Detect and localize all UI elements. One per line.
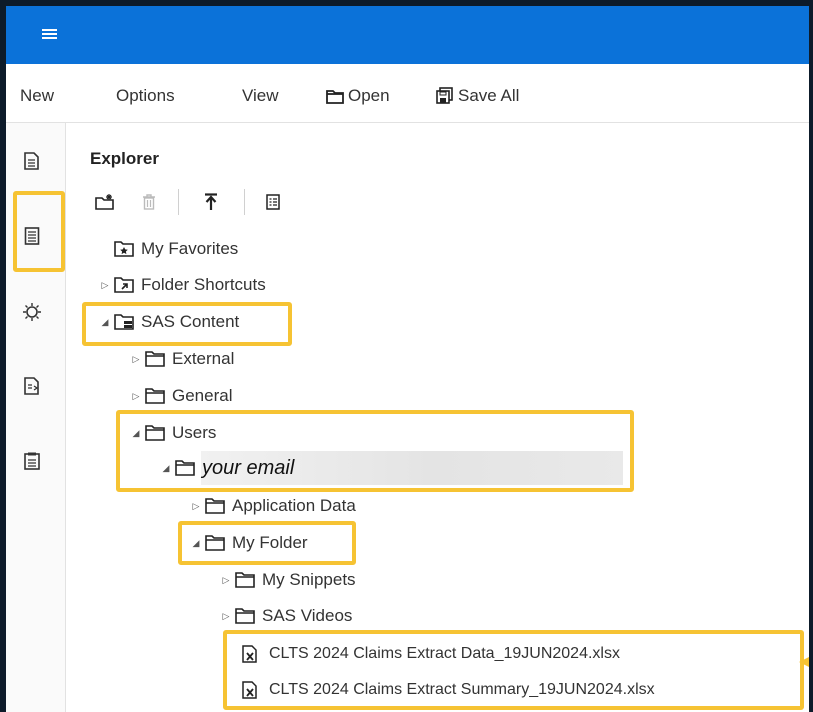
tree-item-general[interactable]: ▷ General bbox=[131, 381, 233, 411]
tree-item-label: SAS Videos bbox=[262, 606, 353, 625]
collapse-arrow-icon[interactable]: ◢ bbox=[100, 317, 110, 328]
open-button[interactable]: Open bbox=[326, 86, 390, 106]
menu-new[interactable]: New bbox=[20, 86, 54, 106]
folder-icon bbox=[235, 607, 255, 625]
snippets-icon[interactable] bbox=[20, 300, 44, 324]
toolbar-divider bbox=[244, 189, 245, 215]
tree-item-label: My Favorites bbox=[141, 239, 239, 258]
tree-item-my-snippets[interactable]: ▷ My Snippets bbox=[221, 565, 356, 595]
properties-icon[interactable] bbox=[262, 191, 284, 213]
hamburger-icon[interactable] bbox=[42, 29, 57, 40]
expand-arrow-icon[interactable]: ▷ bbox=[191, 501, 201, 512]
tree-item-file-summary[interactable]: CLTS 2024 Claims Extract Summary_19JUN20… bbox=[242, 675, 655, 705]
tree-item-label: General bbox=[172, 386, 233, 405]
tree-item-users[interactable]: ◢ Users bbox=[131, 418, 217, 448]
tree-item-label: Folder Shortcuts bbox=[141, 275, 266, 294]
server-folder-icon bbox=[114, 313, 134, 331]
save-all-button-label: Save All bbox=[458, 86, 520, 105]
explorer-title: Explorer bbox=[90, 149, 159, 168]
folder-icon bbox=[145, 424, 165, 442]
tree-item-user-folder[interactable]: ◢ your email bbox=[161, 453, 295, 483]
expand-arrow-icon[interactable]: ▷ bbox=[100, 280, 110, 291]
tree-item-my-favorites[interactable]: My Favorites bbox=[100, 234, 238, 264]
folder-icon bbox=[205, 534, 225, 552]
excel-file-icon bbox=[242, 681, 262, 699]
shortcut-folder-icon bbox=[114, 276, 134, 294]
open-files-icon[interactable] bbox=[20, 149, 44, 173]
tree-item-external[interactable]: ▷ External bbox=[131, 344, 235, 374]
toolbar-divider bbox=[178, 189, 179, 215]
tree-item-label: External bbox=[172, 349, 235, 368]
folder-open-icon bbox=[326, 89, 344, 104]
folder-icon bbox=[205, 497, 225, 515]
folder-icon bbox=[175, 459, 195, 477]
menu-options-label: Options bbox=[116, 86, 175, 105]
collapse-arrow-icon[interactable]: ◢ bbox=[131, 428, 141, 439]
expand-arrow-icon[interactable]: ▷ bbox=[221, 575, 231, 586]
tree-item-sas-videos[interactable]: ▷ SAS Videos bbox=[221, 601, 353, 631]
tree-item-application-data[interactable]: ▷ Application Data bbox=[191, 491, 356, 521]
tree-item-sas-content[interactable]: ◢ SAS Content bbox=[100, 307, 240, 337]
save-all-icon bbox=[436, 87, 453, 104]
app-header bbox=[6, 6, 809, 64]
tree-item-label: My Folder bbox=[232, 533, 308, 552]
upload-icon[interactable] bbox=[200, 191, 222, 213]
tree-item-my-folder[interactable]: ◢ My Folder bbox=[191, 528, 308, 558]
file-name: CLTS 2024 Claims Extract Data_19JUN2024.… bbox=[269, 645, 620, 662]
file-name: CLTS 2024 Claims Extract Summary_19JUN20… bbox=[269, 681, 655, 698]
folder-icon bbox=[235, 571, 255, 589]
tasks-icon[interactable] bbox=[20, 449, 44, 473]
annotation-arrow bbox=[799, 652, 809, 672]
new-folder-icon[interactable] bbox=[94, 191, 116, 213]
expand-arrow-icon[interactable]: ▷ bbox=[131, 354, 141, 365]
libraries-icon[interactable] bbox=[20, 374, 44, 398]
user-email-label: your email bbox=[202, 456, 295, 479]
excel-file-icon bbox=[242, 645, 262, 663]
explorer-icon[interactable] bbox=[20, 224, 44, 248]
left-navigation-rail bbox=[6, 123, 66, 712]
favorites-folder-icon bbox=[114, 240, 134, 258]
save-all-button[interactable]: Save All bbox=[436, 86, 519, 106]
tree-item-label: Users bbox=[172, 423, 217, 442]
tree-item-file-data[interactable]: CLTS 2024 Claims Extract Data_19JUN2024.… bbox=[242, 639, 620, 669]
tree-item-folder-shortcuts[interactable]: ▷ Folder Shortcuts bbox=[100, 270, 266, 300]
menu-bar: New Options View Open Save All bbox=[6, 64, 809, 123]
folder-icon bbox=[145, 387, 165, 405]
menu-view-label: View bbox=[242, 86, 279, 105]
menu-view[interactable]: View bbox=[242, 86, 279, 106]
folder-icon bbox=[145, 350, 165, 368]
tree-item-label: Application Data bbox=[232, 496, 356, 515]
collapse-arrow-icon[interactable]: ◢ bbox=[191, 538, 201, 549]
tree-item-label: SAS Content bbox=[141, 312, 240, 331]
tree-item-label: My Snippets bbox=[262, 570, 356, 589]
app-window: New Options View Open Save All Explorer … bbox=[6, 6, 809, 712]
menu-new-label: New bbox=[20, 86, 55, 105]
expand-arrow-icon[interactable]: ▷ bbox=[131, 391, 141, 402]
delete-icon bbox=[138, 191, 160, 213]
open-button-label: Open bbox=[348, 86, 390, 105]
collapse-arrow-icon[interactable]: ◢ bbox=[161, 463, 171, 474]
expand-arrow-icon[interactable]: ▷ bbox=[221, 611, 231, 622]
menu-options[interactable]: Options bbox=[116, 86, 175, 106]
